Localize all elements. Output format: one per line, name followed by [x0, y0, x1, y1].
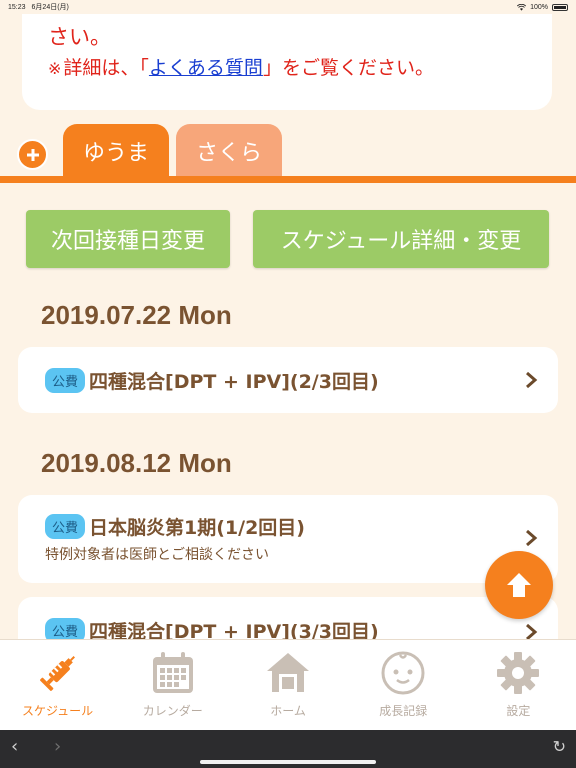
house-icon: [267, 653, 309, 692]
battery-icon: [552, 3, 568, 11]
scroll-top-button[interactable]: [485, 551, 553, 619]
forward-icon[interactable]: ›: [54, 736, 61, 757]
vaccine-name: 日本脳炎第1期(1/2回目): [89, 517, 305, 539]
tab-yuma[interactable]: ゆうま: [63, 124, 169, 178]
wifi-icon: [517, 3, 527, 11]
change-next-date-button[interactable]: 次回接種日変更: [26, 210, 230, 268]
nav-schedule[interactable]: スケジュール: [0, 640, 115, 730]
vaccine-name: 四種混合[DPT + IPV](2/3回目): [89, 370, 379, 393]
public-funding-badge: 公費: [45, 367, 86, 393]
chevron-right-icon: [524, 529, 538, 551]
reload-icon[interactable]: ↻: [553, 737, 566, 756]
syringe-icon: [39, 656, 75, 691]
nav-label: ホーム: [270, 704, 306, 718]
battery-percent: 100%: [530, 3, 548, 11]
nav-label: スケジュール: [22, 704, 94, 718]
nav-home[interactable]: ホーム: [230, 640, 345, 730]
nav-label: 設定: [506, 704, 531, 718]
nav-label: カレンダー: [142, 704, 203, 718]
nav-settings[interactable]: 設定: [461, 640, 576, 730]
status-date: 6月24日(月): [31, 4, 69, 11]
status-bar: 15:23 6月24日(月) 100%: [0, 0, 576, 14]
date-heading: 2019.07.22 Mon: [41, 300, 232, 330]
public-funding-badge: 公費: [45, 514, 86, 539]
notice-card: さい。 ※ 詳細は、「よくある質問」をご覧ください。: [22, 14, 552, 110]
tab-sakura[interactable]: さくら: [176, 124, 282, 178]
tab-underline: [0, 176, 576, 183]
notice-prefix: 詳細は、「: [63, 57, 149, 79]
bottom-nav: スケジュール カレンダー ホーム 成長記録 設定: [0, 639, 576, 730]
home-indicator: [200, 760, 376, 764]
notice-suffix: 」をご覧ください。: [262, 57, 434, 79]
vaccine-card[interactable]: 公費 日本脳炎第1期(1/2回目) 特例対象者は医師とご相談ください: [18, 495, 558, 583]
arrow-up-icon: [507, 573, 531, 597]
nav-label: 成長記録: [379, 704, 428, 718]
calendar-icon: [152, 652, 193, 693]
date-heading: 2019.08.12 Mon: [41, 448, 232, 478]
back-icon[interactable]: ‹: [11, 736, 18, 757]
faq-link[interactable]: よくある質問: [149, 57, 263, 79]
baby-face-icon: [381, 651, 425, 695]
chevron-right-icon: [524, 371, 538, 393]
add-child-button[interactable]: [17, 139, 48, 170]
notice-mark: ※: [48, 59, 62, 78]
vaccine-card[interactable]: 公費 四種混合[DPT + IPV](2/3回目): [18, 347, 558, 413]
schedule-detail-button[interactable]: スケジュール詳細・変更: [253, 210, 549, 268]
status-time: 15:23: [8, 3, 26, 11]
nav-calendar[interactable]: カレンダー: [115, 640, 230, 730]
vaccine-note: 特例対象者は医師とご相談ください: [45, 547, 269, 563]
notice-detail: ※ 詳細は、「よくある質問」をご覧ください。: [48, 52, 526, 85]
plus-icon: [26, 148, 39, 161]
gear-icon: [497, 652, 540, 694]
nav-growth[interactable]: 成長記録: [346, 640, 461, 730]
notice-text: さい。: [48, 25, 111, 49]
